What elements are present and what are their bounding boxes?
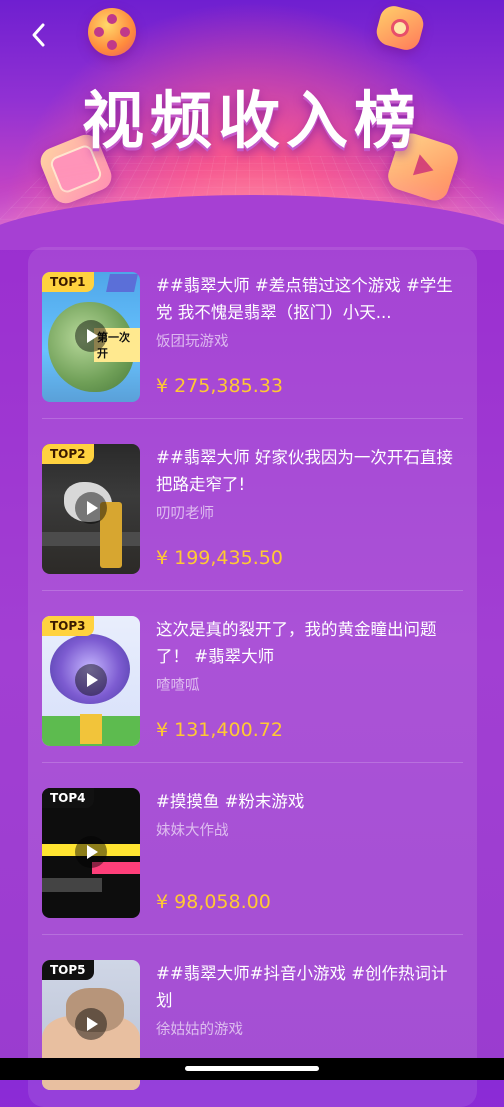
play-icon[interactable]: [75, 492, 107, 524]
author-name: 饭团玩游戏: [156, 334, 229, 350]
video-thumbnail[interactable]: TOP4: [42, 788, 140, 918]
video-thumbnail[interactable]: TOP3: [42, 616, 140, 746]
income-amount: ¥ 199,435.50: [156, 547, 283, 569]
gold-item-image: [80, 714, 102, 744]
play-icon[interactable]: [75, 320, 107, 352]
rank-badge: TOP3: [42, 616, 94, 636]
video-thumbnail[interactable]: TOP2: [42, 444, 140, 574]
flag-decoration: [106, 274, 138, 292]
back-button[interactable]: [22, 18, 56, 52]
hero-banner: 视频收入榜: [0, 0, 504, 250]
video-thumbnail[interactable]: 第一次开 TOP1: [42, 272, 140, 402]
list-item[interactable]: TOP2 ##翡翠大师 好家伙我因为一次开石直接把路走窄了! 叨叨老师 ¥ 19…: [42, 419, 463, 591]
income-amount: ¥ 275,385.33: [156, 375, 283, 397]
thumbnail-bar: [42, 532, 140, 546]
play-icon[interactable]: [75, 664, 107, 696]
list-item[interactable]: TOP3 这次是真的裂开了，我的黄金瞳出问题了！ #翡翠大师 喳喳呱 ¥ 131…: [42, 591, 463, 763]
video-title: 这次是真的裂开了，我的黄金瞳出问题了！ #翡翠大师: [156, 620, 437, 666]
list-item[interactable]: 第一次开 TOP1 ##翡翠大师 #差点错过这个游戏 #学生党 我不愧是翡翠（抠…: [42, 247, 463, 419]
income-amount: ¥ 98,058.00: [156, 891, 271, 913]
powder-stripe-gray: [42, 878, 102, 892]
film-reel-icon: [88, 8, 136, 56]
author-name: 徐姑姑的游戏: [156, 1022, 243, 1038]
author-name: 喳喳呱: [156, 678, 200, 694]
play-icon[interactable]: [75, 836, 107, 868]
page-title: 视频收入榜: [81, 84, 422, 157]
rank-badge: TOP5: [42, 960, 94, 980]
home-indicator-pill: [185, 1066, 319, 1071]
video-title: ##翡翠大师 #差点错过这个游戏 #学生党 我不愧是翡翠（抠门）小天...: [156, 276, 453, 322]
list-item[interactable]: TOP5 ##翡翠大师#抖音小游戏 #创作热词计划 徐姑姑的游戏: [42, 935, 463, 1107]
author-name: 妹妹大作战: [156, 823, 229, 839]
video-title: #摸摸鱼 #粉末游戏: [156, 792, 305, 811]
play-icon[interactable]: [75, 1008, 107, 1040]
home-indicator[interactable]: [0, 1058, 504, 1080]
list-item[interactable]: TOP4 #摸摸鱼 #粉末游戏 妹妹大作战 ¥ 98,058.00: [42, 763, 463, 935]
chevron-left-icon: [32, 23, 45, 47]
video-title: ##翡翠大师#抖音小游戏 #创作热词计划: [156, 964, 448, 1010]
author-name: 叨叨老师: [156, 506, 214, 522]
rank-badge: TOP4: [42, 788, 94, 808]
income-amount: ¥ 131,400.72: [156, 719, 283, 741]
video-title: ##翡翠大师 好家伙我因为一次开石直接把路走窄了!: [156, 448, 453, 494]
camera-icon: [373, 2, 427, 54]
ranking-list: 第一次开 TOP1 ##翡翠大师 #差点错过这个游戏 #学生党 我不愧是翡翠（抠…: [28, 247, 477, 1107]
rank-badge: TOP1: [42, 272, 94, 292]
rank-badge: TOP2: [42, 444, 94, 464]
